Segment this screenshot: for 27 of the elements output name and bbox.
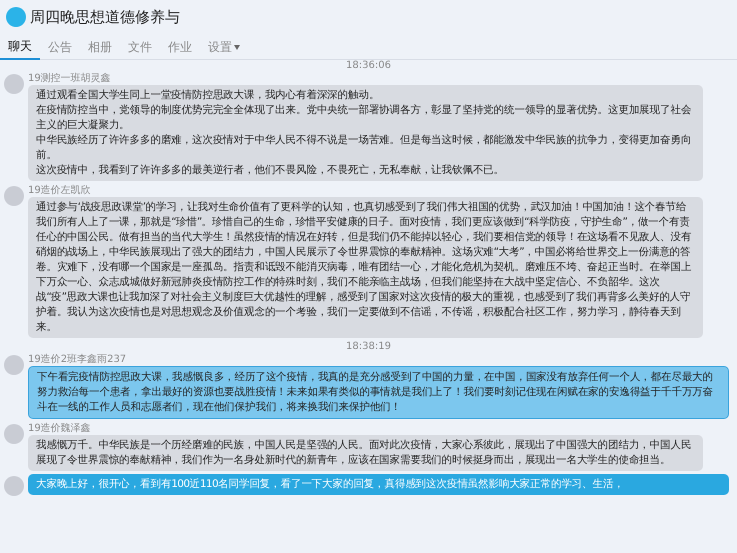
timestamp: 18:38:19: [345, 341, 392, 353]
sender-name: 19造价左凯欣: [28, 184, 92, 197]
message-text: 通过观看全国大学生同上一堂疫情防控思政大课，我内心有着深深的触动。: [36, 88, 380, 103]
tab[interactable]: 作业: [160, 34, 200, 60]
message-text: 在疫情防控当中，党领导的制度优势完完全全体现了出来。党中央统一部署协调各方，彰显了坚持党的统一领导的显著优势。这更加展现了社会主义的巨大凝聚力。: [36, 103, 692, 133]
timestamp: 18:36:06: [345, 60, 392, 72]
message-text: 中华民族经历了许许多多的磨难，这次疫情对于中华人民不得不说是一场苦难。但是每当这时候，都能激发中华民族的抗争力，变得更加奋勇向前。: [36, 133, 692, 163]
tab[interactable]: 公告: [40, 34, 80, 60]
sender-name: 19造价魏泽鑫: [28, 422, 92, 435]
message-text: 下午看完疫情防控思政大课，我感慨良多，经历了这个疫情，我真的是充分感受到了中国的力量，在中国，国家没有放弃任何一个人，都在尽最大的努力救治每一个患者，拿出最好的资源也要战胜疫情！未来如果有类似的事情就是我们上了！我们要时刻记住现在闲赋在家的安逸得益于千千万万奋斗在一线的工作人员和志愿者们，现在他们保护我们，将来换我们来保护他们！: [37, 370, 714, 415]
message-text: 大家晚上好，很开心，看到有100近110名同学回复，看了一下大家的回复，真得感到这次疫情虽然影响大家正常的学习、生活，: [36, 477, 625, 492]
message-text: 通过参与‘战疫思政课堂’的学习，让我对生命价值有了更科学的认知，也真切感受到了我们伟大祖国的优势，武汉加油！中国加油！这个春节给我们所有人上了一课，那就是“珍惜”。珍惜自己的生命，珍惜平安健康的日子。面对疫情，我们更应该做到“科学防疫，守护生命”，做一个有责任心的中国公民。做有担当的当代大学生！虽然疫情的情况在好转，但是我们仍不能掉以轻心，我们要相信党的领导！在这场看不见敌人、没有硝烟的战场上，中华民族展现出了强大的团结力，中国人民展示了令世界震惊的奉献精神。这场灾难“大考”，中国必将给世界交上一份满意的答卷。灾难下，没有哪一个国家是一座孤岛。指责和诋毁不能消灭病毒，唯有团结一心，才能化危机为契机。磨难压不垮、奋起正当时。在举国上下万众一心、众志成城做好新冠肺炎疫情防控工作的特殊时刻，我们不能亲临主战场，但我们能坚持在大战中坚定信心、不负韶华。这次战“疫”思政大课也让我加深了对社会主义制度巨大优越性的理解，感受到了国家对这次疫情的极大的重视，也感受到了我们再背多么美好的人守护着。我认为这次疫情也是对思想观念及价值观念的一个考验，我们一定要做到不信谣，不传谣，积极配合社区工作，努力学习，静待春天到来。: [36, 200, 692, 335]
tab[interactable]: 文件: [120, 34, 160, 60]
avatar-icon: [4, 355, 24, 375]
tab[interactable]: 设置: [200, 34, 248, 60]
message-text: 这次疫情中，我看到了许许多多的最美逆行者，他们不畏风险，不畏死亡，无私奉献，让我钦佩不已。: [36, 163, 506, 178]
message-text: 我感慨万千。中华民族是一个历经磨难的民族，中国人民是坚强的人民。面对此次疫情，大家心系彼此，展现出了中国强大的团结力，中国人民展现了令世界震惊的奉献精神，我们作为一名身处新时代的新青年，应该在国家需要我们的时候挺身而出，展现出一名大学生的使命担当。: [36, 438, 692, 468]
avatar-icon: [4, 424, 24, 444]
avatar-icon: [4, 74, 24, 94]
sender-name: 19测控一班胡灵鑫: [28, 72, 112, 85]
avatar-icon: [4, 476, 24, 496]
window-title: 周四晚思想道德修养与: [30, 6, 180, 28]
tab[interactable]: 相册: [80, 34, 120, 60]
sender-name: 19造价2班李鑫雨237: [28, 353, 128, 366]
avatar-icon: [4, 186, 24, 206]
tab[interactable]: 聊天: [0, 34, 40, 60]
group-logo-icon: [6, 7, 26, 27]
